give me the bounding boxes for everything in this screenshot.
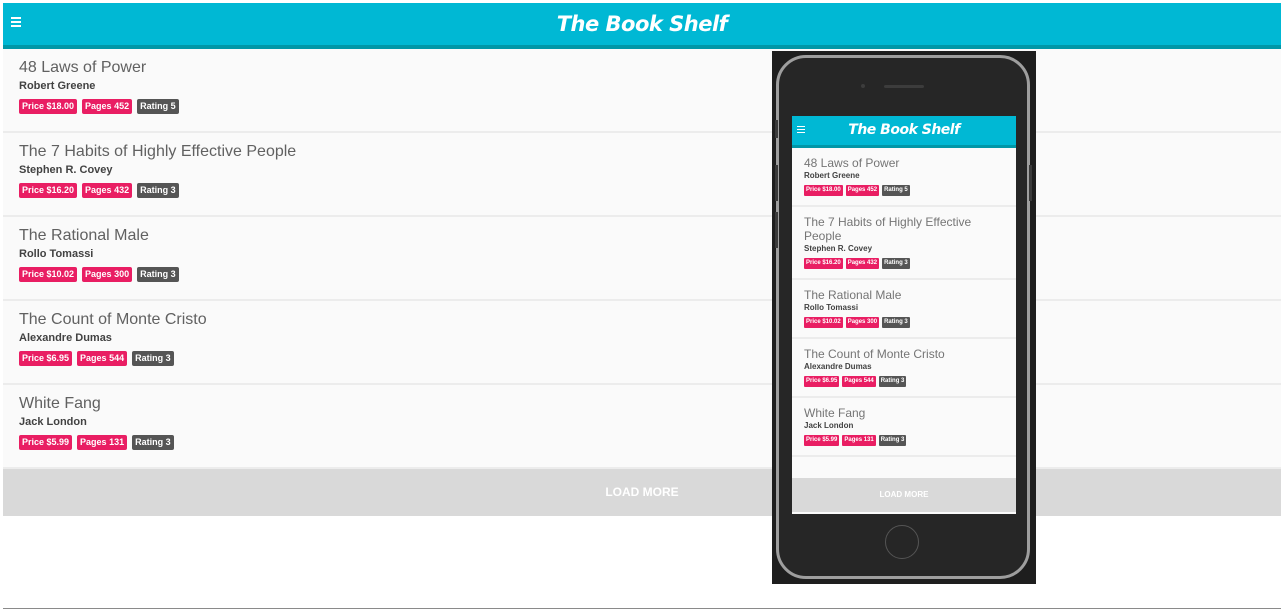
book-badges: Price $18.00 Pages 452 Rating 5 [19, 99, 179, 114]
rating-badge: Rating 3 [882, 317, 910, 328]
pages-badge: Pages 452 [82, 99, 133, 114]
book-title: The Rational Male [19, 227, 149, 244]
price-badge: Price $18.00 [19, 99, 78, 114]
book-title: The Count of Monte Cristo [804, 347, 945, 361]
book-author: Alexandre Dumas [804, 362, 872, 371]
book-list: 48 Laws of Power Robert Greene Price $18… [3, 49, 1281, 469]
rating-badge: Rating 3 [132, 435, 174, 450]
pages-badge: Pages 544 [77, 351, 128, 366]
list-item[interactable]: The Count of Monte Cristo Alexandre Duma… [792, 339, 1016, 398]
book-author: Rollo Tomassi [19, 248, 94, 260]
mobile-app-header: The Book Shelf [792, 116, 1016, 148]
book-author: Rollo Tomassi [804, 303, 859, 312]
rating-badge: Rating 5 [137, 99, 179, 114]
list-item[interactable]: The Rational Male Rollo Tomassi Price $1… [3, 217, 1281, 301]
mobile-app-title: The Book Shelf [848, 122, 960, 138]
book-title: 48 Laws of Power [19, 59, 147, 76]
phone-power-button [1029, 165, 1032, 201]
pages-badge: Pages 131 [842, 435, 876, 446]
phone-mute-switch [775, 120, 778, 138]
list-item[interactable]: White Fang Jack London Price $5.99 Pages… [3, 385, 1281, 469]
book-title: White Fang [19, 395, 101, 412]
app-window: The Book Shelf 48 Laws of Power Robert G… [3, 3, 1281, 609]
pages-badge: Pages 300 [845, 317, 880, 328]
book-author: Alexandre Dumas [19, 332, 112, 344]
price-badge: Price $5.99 [804, 435, 840, 446]
book-badges: Price $10.02 Pages 300 Rating 3 [19, 267, 179, 282]
pages-badge: Pages 432 [82, 183, 133, 198]
book-author: Jack London [804, 421, 854, 430]
phone-volume-up-button [775, 165, 778, 201]
rating-badge: Rating 3 [882, 258, 910, 269]
load-more-button[interactable]: LOAD MORE [3, 469, 1281, 516]
price-badge: Price $6.95 [19, 351, 73, 366]
app-header: The Book Shelf [3, 3, 1281, 49]
pages-badge: Pages 544 [842, 376, 876, 387]
pages-badge: Pages 300 [82, 267, 133, 282]
price-badge: Price $10.02 [19, 267, 78, 282]
mobile-book-list: 48 Laws of Power Robert Greene Price $18… [792, 148, 1016, 457]
book-badges: Price $6.95 Pages 544 Rating 3 [19, 351, 174, 366]
phone-speaker [884, 85, 924, 88]
book-title: White Fang [804, 406, 866, 420]
app-title: The Book Shelf [556, 12, 728, 36]
book-author: Stephen R. Covey [19, 164, 113, 176]
book-title: The Count of Monte Cristo [19, 311, 207, 328]
list-item[interactable]: The 7 Habits of Highly Effective People … [3, 133, 1281, 217]
pages-badge: Pages 432 [845, 258, 880, 269]
list-item[interactable]: The Count of Monte Cristo Alexandre Duma… [3, 301, 1281, 385]
rating-badge: Rating 3 [137, 267, 179, 282]
book-title: The 7 Habits of Highly Effective People [19, 143, 297, 160]
rating-badge: Rating 3 [132, 351, 174, 366]
price-badge: Price $10.02 [804, 317, 843, 328]
list-item[interactable]: The 7 Habits of Highly Effective People … [792, 207, 1016, 280]
phone-volume-down-button [775, 212, 778, 248]
list-item[interactable]: The Rational Male Rollo Tomassi Price $1… [792, 280, 1016, 339]
phone-screen: The Book Shelf 48 Laws of Power Robert G… [792, 116, 1016, 514]
rating-badge: Rating 5 [882, 185, 910, 196]
book-title: The Rational Male [804, 288, 902, 302]
list-item[interactable]: 48 Laws of Power Robert Greene Price $18… [3, 49, 1281, 133]
book-badges: Price $18.00 Pages 452 Rating 5 [804, 185, 1004, 196]
book-title: The 7 Habits of Highly Effective People [804, 215, 972, 243]
mobile-load-more-button[interactable]: LOAD MORE [792, 478, 1016, 512]
phone-home-button [885, 525, 919, 559]
rating-badge: Rating 3 [878, 376, 907, 387]
pages-badge: Pages 452 [845, 185, 880, 196]
rating-badge: Rating 3 [878, 435, 907, 446]
pages-badge: Pages 131 [77, 435, 128, 450]
book-badges: Price $5.99 Pages 131 Rating 3 [19, 435, 174, 450]
book-badges: Price $6.95 Pages 544 Rating 3 [804, 376, 1004, 387]
price-badge: Price $5.99 [19, 435, 73, 450]
book-author: Jack London [19, 416, 87, 428]
price-badge: Price $16.20 [19, 183, 78, 198]
price-badge: Price $18.00 [804, 185, 843, 196]
book-author: Robert Greene [804, 171, 860, 180]
price-badge: Price $16.20 [804, 258, 843, 269]
book-badges: Price $16.20 Pages 432 Rating 3 [804, 258, 1004, 269]
book-badges: Price $5.99 Pages 131 Rating 3 [804, 435, 1004, 446]
book-author: Stephen R. Covey [804, 244, 873, 253]
list-item[interactable]: 48 Laws of Power Robert Greene Price $18… [792, 148, 1016, 207]
book-title: 48 Laws of Power [804, 156, 900, 170]
book-badges: Price $16.20 Pages 432 Rating 3 [19, 183, 179, 198]
book-author: Robert Greene [19, 80, 96, 92]
list-item[interactable]: White Fang Jack London Price $5.99 Pages… [792, 398, 1016, 457]
phone-camera-icon [861, 84, 865, 88]
rating-badge: Rating 3 [137, 183, 179, 198]
book-badges: Price $10.02 Pages 300 Rating 3 [804, 317, 1004, 328]
price-badge: Price $6.95 [804, 376, 840, 387]
